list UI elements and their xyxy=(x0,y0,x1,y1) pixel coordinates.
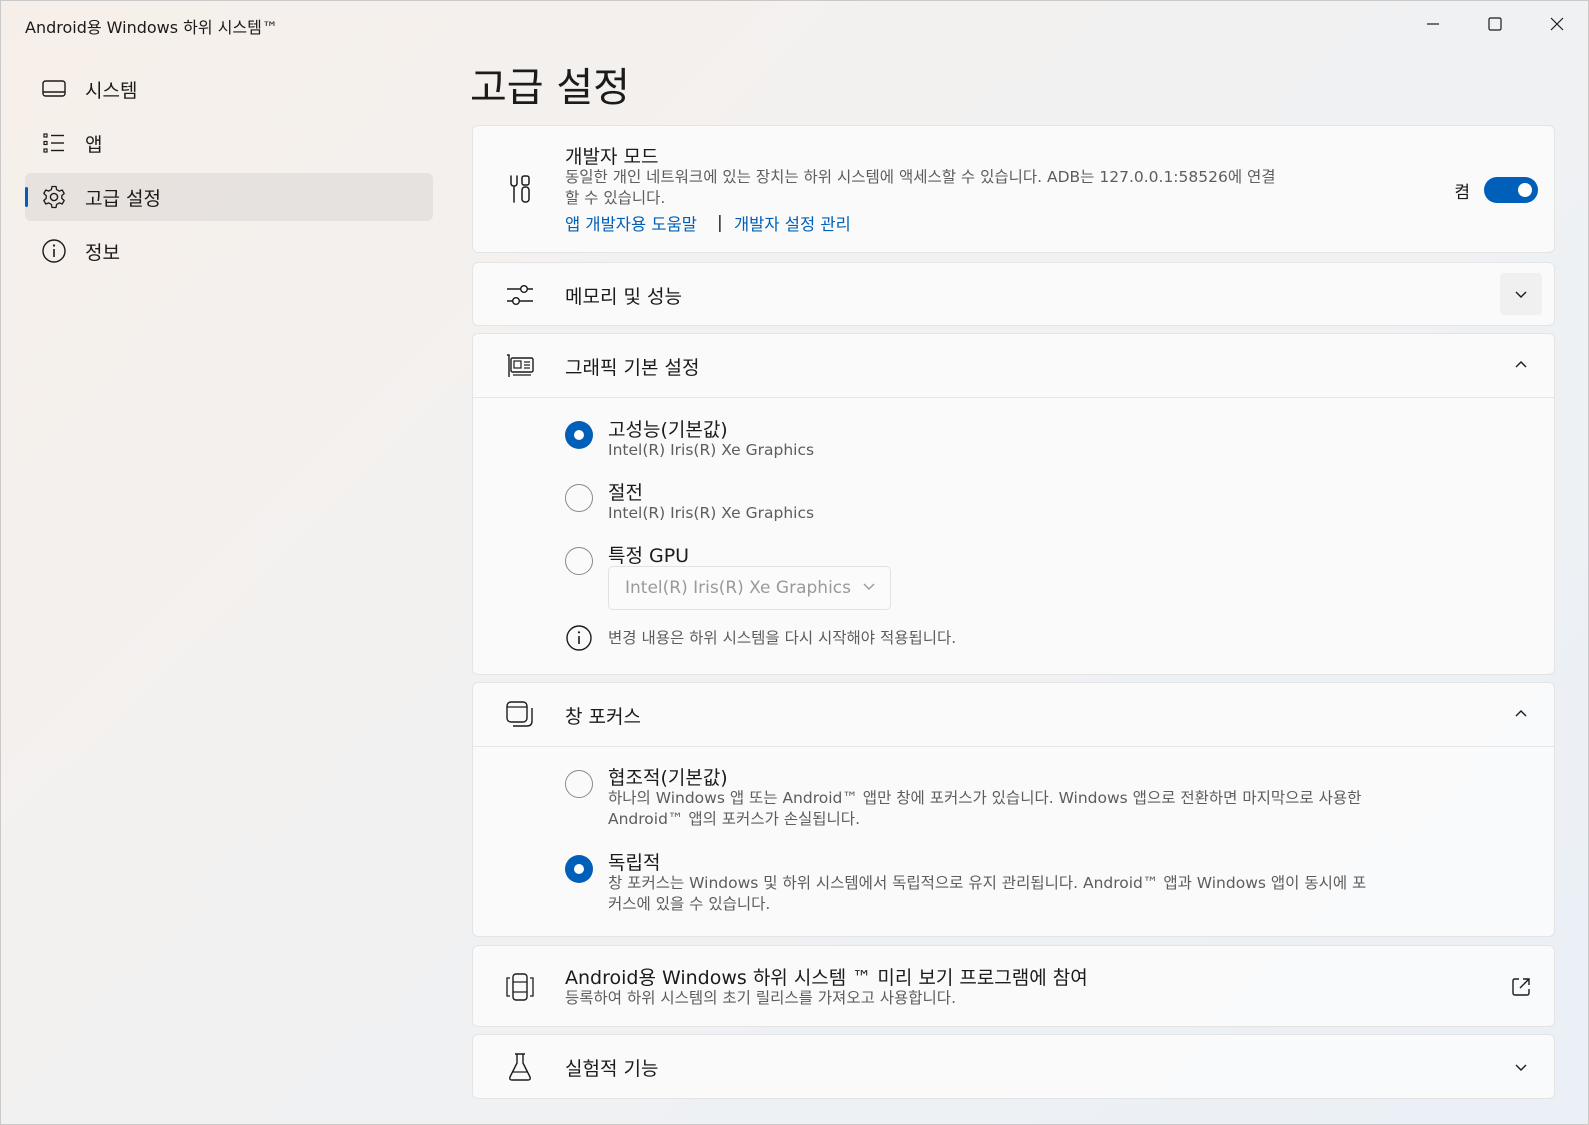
title-bar: Android용 Windows 하위 시스템™ xyxy=(1,1,1588,49)
minimize-button[interactable] xyxy=(1402,1,1464,47)
maximize-button[interactable] xyxy=(1464,1,1526,47)
section-divider xyxy=(473,397,1554,398)
option-label: 절전 xyxy=(608,482,643,504)
developer-mode-description-line1: 동일한 개인 네트워크에 있는 장치는 하위 시스템에 액세스할 수 있습니다.… xyxy=(565,168,1276,186)
app-window: Android용 Windows 하위 시스템™ 시스템 앱 고급 설정 정보 … xyxy=(0,0,1589,1125)
collapse-button[interactable] xyxy=(1500,693,1542,735)
minimize-icon xyxy=(1427,23,1439,25)
section-divider xyxy=(473,746,1554,747)
option-sublabel: Intel(R) Iris(R) Xe Graphics xyxy=(608,504,815,522)
link-separator: | xyxy=(717,213,723,233)
list-icon xyxy=(39,128,69,158)
chevron-down-icon xyxy=(863,583,875,590)
experimental-features-title: 실험적 기능 xyxy=(565,1058,659,1080)
option-sublabel: Intel(R) Iris(R) Xe Graphics xyxy=(608,441,815,459)
graphics-card-icon xyxy=(503,349,537,383)
graphics-preferences-title: 그래픽 기본 설정 xyxy=(565,357,700,379)
option-label: 특정 GPU xyxy=(608,545,690,567)
laptop-icon xyxy=(39,74,69,104)
expand-button[interactable] xyxy=(1500,1046,1542,1088)
sidebar-item-advanced[interactable]: 고급 설정 xyxy=(25,173,433,221)
sidebar-item-apps[interactable]: 앱 xyxy=(25,119,433,167)
toggle-state-label: 켬 xyxy=(1454,183,1470,203)
sidebar-item-label: 앱 xyxy=(85,133,103,156)
restart-notice: 변경 내용은 하위 시스템을 다시 시작해야 적용됩니다. xyxy=(608,629,957,647)
page-title: 고급 설정 xyxy=(470,65,630,111)
window-focus-title: 창 포커스 xyxy=(565,706,641,728)
developer-mode-card: 개발자 모드 동일한 개인 네트워크에 있는 장치는 하위 시스템에 액세스할 … xyxy=(472,125,1555,253)
graphics-high-performance-radio[interactable] xyxy=(565,421,593,449)
info-icon xyxy=(566,625,592,651)
chevron-up-icon xyxy=(1515,710,1527,717)
sidebar-item-label: 시스템 xyxy=(85,79,138,102)
open-external-button[interactable] xyxy=(1500,966,1542,1008)
sidebar-item-label: 정보 xyxy=(85,241,120,264)
sidebar-item-system[interactable]: 시스템 xyxy=(25,65,433,113)
focus-cooperative-radio[interactable] xyxy=(565,770,593,798)
option-sublabel-line2: 커스에 있을 수 있습니다. xyxy=(608,895,771,913)
chevron-down-icon xyxy=(1515,291,1527,298)
app-title: Android용 Windows 하위 시스템™ xyxy=(25,18,278,37)
info-icon xyxy=(39,236,69,266)
manage-developer-settings-link[interactable]: 개발자 설정 관리 xyxy=(734,211,851,235)
preview-program-card[interactable]: Android용 Windows 하위 시스템 ™ 미리 보기 프로그램에 참여… xyxy=(472,945,1555,1027)
close-button[interactable] xyxy=(1526,1,1588,47)
chevron-up-icon xyxy=(1515,361,1527,368)
collapse-button[interactable] xyxy=(1500,344,1542,386)
option-label: 고성능(기본값) xyxy=(608,419,728,441)
window-stack-icon xyxy=(503,698,537,732)
toggle-knob xyxy=(1518,183,1532,197)
developer-mode-description-line2: 할 수 있습니다. xyxy=(565,189,666,207)
option-label: 협조적(기본값) xyxy=(608,767,728,789)
window-focus-card: 창 포커스 협조적(기본값) 하나의 Windows 앱 또는 Android™… xyxy=(472,682,1555,937)
gear-icon xyxy=(39,182,69,212)
graphics-power-saving-radio[interactable] xyxy=(565,484,593,512)
tools-icon xyxy=(503,172,537,206)
gpu-select-dropdown[interactable]: Intel(R) Iris(R) Xe Graphics xyxy=(608,566,891,610)
app-developer-help-link[interactable]: 앱 개발자용 도움말 xyxy=(565,211,697,235)
close-icon xyxy=(1550,17,1564,31)
sidebar-item-about[interactable]: 정보 xyxy=(25,227,433,275)
option-sublabel-line1: 하나의 Windows 앱 또는 Android™ 앱만 창에 포커스가 있습니… xyxy=(608,789,1362,807)
selection-indicator xyxy=(25,187,28,207)
sidebar-nav: 시스템 앱 고급 설정 정보 xyxy=(25,65,433,281)
sliders-icon xyxy=(503,278,537,312)
preview-program-description: 등록하여 하위 시스템의 초기 릴리스를 가져오고 사용합니다. xyxy=(565,989,956,1007)
expand-button[interactable] xyxy=(1500,273,1542,315)
developer-mode-title: 개발자 모드 xyxy=(565,146,659,168)
option-label: 독립적 xyxy=(608,852,661,874)
film-icon xyxy=(503,970,537,1004)
sidebar-item-label: 고급 설정 xyxy=(85,187,161,210)
memory-performance-title: 메모리 및 성능 xyxy=(565,286,682,308)
option-sublabel-line2: Android™ 앱의 포커스가 손실됩니다. xyxy=(608,810,860,828)
gpu-select-value: Intel(R) Iris(R) Xe Graphics xyxy=(625,578,851,598)
external-link-icon xyxy=(1512,978,1530,996)
developer-mode-toggle[interactable] xyxy=(1484,177,1538,203)
graphics-preferences-card: 그래픽 기본 설정 고성능(기본값) Intel(R) Iris(R) Xe G… xyxy=(472,333,1555,675)
preview-program-title: Android용 Windows 하위 시스템 ™ 미리 보기 프로그램에 참여 xyxy=(565,967,1088,989)
chevron-down-icon xyxy=(1515,1064,1527,1071)
memory-performance-card[interactable]: 메모리 및 성능 xyxy=(472,262,1555,326)
focus-independent-radio[interactable] xyxy=(565,855,593,883)
flask-icon xyxy=(503,1050,537,1084)
maximize-icon xyxy=(1488,17,1502,31)
option-sublabel-line1: 창 포커스는 Windows 및 하위 시스템에서 독립적으로 유지 관리됩니다… xyxy=(608,874,1367,892)
experimental-features-card[interactable]: 실험적 기능 xyxy=(472,1034,1555,1099)
graphics-specific-gpu-radio[interactable] xyxy=(565,547,593,575)
